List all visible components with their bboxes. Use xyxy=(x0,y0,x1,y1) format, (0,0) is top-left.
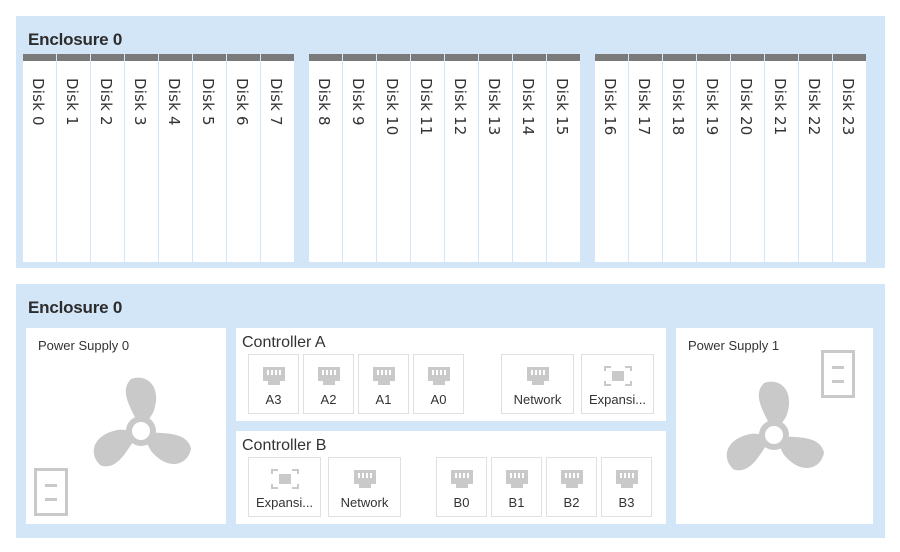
controller-title: Controller A xyxy=(242,334,326,351)
disk-slot[interactable]: Disk 20 xyxy=(731,54,764,262)
port-label: B0 xyxy=(453,495,470,510)
ethernet-port-icon xyxy=(615,470,638,488)
disk-slot[interactable]: Disk 3 xyxy=(125,54,158,262)
ethernet-port[interactable]: B1 xyxy=(491,457,542,517)
port-label: A3 xyxy=(265,392,282,407)
ethernet-port[interactable]: A2 xyxy=(303,354,354,414)
disk-label: Disk 14 xyxy=(519,78,537,136)
disk-label: Disk 8 xyxy=(315,78,333,126)
disk-slot[interactable]: Disk 5 xyxy=(193,54,226,262)
disk-slot[interactable]: Disk 10 xyxy=(377,54,410,262)
disk-label: Disk 12 xyxy=(451,78,469,136)
disk-group: Disk 0 Disk 1 Disk 2 Disk 3 Disk 4 Disk 5 Disk… xyxy=(23,54,294,262)
power-supply-icon xyxy=(34,468,68,516)
port-label: Network xyxy=(513,392,562,407)
port-label: Expansi... xyxy=(255,495,314,510)
controller-b[interactable]: Controller B Expansi... Network B0 B1 B2 B3 xyxy=(236,431,666,524)
front-enclosure-panel: Enclosure 0 Disk 0 Disk 1 Disk 2 Disk 3 Disk… xyxy=(16,16,885,268)
disk-label: Disk 17 xyxy=(635,78,653,136)
ethernet-port[interactable]: A0 xyxy=(413,354,464,414)
ethernet-port-icon xyxy=(427,367,450,385)
disk-label: Disk 5 xyxy=(199,78,217,126)
power-supply-icon xyxy=(821,350,855,398)
disk-label: Disk 18 xyxy=(669,78,687,136)
disk-label: Disk 3 xyxy=(131,78,149,126)
disk-slot[interactable]: Disk 13 xyxy=(479,54,512,262)
disk-slot[interactable]: Disk 9 xyxy=(343,54,376,262)
fan-icon xyxy=(726,381,825,471)
disk-label: Disk 20 xyxy=(737,78,755,136)
disk-group: Disk 8 Disk 9 Disk 10 Disk 11 Disk 12 Disk 13… xyxy=(309,54,580,262)
disk-slot[interactable]: Disk 23 xyxy=(833,54,866,262)
network-port[interactable]: Network xyxy=(501,354,574,414)
ethernet-port-icon xyxy=(317,367,340,385)
enclosure-title: Enclosure 0 xyxy=(28,30,123,49)
ethernet-port[interactable]: A1 xyxy=(358,354,409,414)
controller-a[interactable]: Controller A A3 A2 A1 A0 Network Expansi... xyxy=(236,328,666,421)
ethernet-port[interactable]: B2 xyxy=(546,457,597,517)
disk-slot[interactable]: Disk 7 xyxy=(261,54,294,262)
disk-slot[interactable]: Disk 0 xyxy=(23,54,56,262)
disk-slot[interactable]: Disk 12 xyxy=(445,54,478,262)
disk-slot[interactable]: Disk 22 xyxy=(799,54,832,262)
power-supply-1[interactable]: Power Supply 1 xyxy=(676,328,873,524)
disk-slot[interactable]: Disk 1 xyxy=(57,54,90,262)
disk-slot[interactable]: Disk 18 xyxy=(663,54,696,262)
port-label: A1 xyxy=(375,392,392,407)
rear-enclosure-panel: Enclosure 0 Power Supply 0 Controller A … xyxy=(16,284,885,538)
disk-label: Disk 6 xyxy=(233,78,251,126)
disk-label: Disk 10 xyxy=(383,78,401,136)
port-label: B1 xyxy=(508,495,525,510)
ethernet-port[interactable]: B0 xyxy=(436,457,487,517)
disk-label: Disk 9 xyxy=(349,78,367,126)
disk-slot[interactable]: Disk 17 xyxy=(629,54,662,262)
disk-slot[interactable]: Disk 21 xyxy=(765,54,798,262)
disk-slot[interactable]: Disk 6 xyxy=(227,54,260,262)
power-supply-0[interactable]: Power Supply 0 xyxy=(26,328,226,524)
enclosure-title: Enclosure 0 xyxy=(28,298,123,317)
disk-label: Disk 16 xyxy=(601,78,619,136)
disk-slot[interactable]: Disk 2 xyxy=(91,54,124,262)
disk-slot[interactable]: Disk 4 xyxy=(159,54,192,262)
ethernet-port-icon xyxy=(262,367,285,385)
ethernet-port-icon xyxy=(560,470,583,488)
disk-label: Disk 22 xyxy=(805,78,823,136)
disk-label: Disk 4 xyxy=(165,78,183,126)
port-label: Expansi... xyxy=(588,392,647,407)
port-label: B3 xyxy=(618,495,635,510)
controller-title: Controller B xyxy=(242,437,327,454)
port-label: B2 xyxy=(563,495,580,510)
disk-label: Disk 19 xyxy=(703,78,721,136)
disk-label: Disk 13 xyxy=(485,78,503,136)
disk-slot[interactable]: Disk 14 xyxy=(513,54,546,262)
network-port[interactable]: Network xyxy=(328,457,401,517)
disk-label: Disk 23 xyxy=(839,78,857,136)
disk-slot[interactable]: Disk 16 xyxy=(595,54,628,262)
port-label: A2 xyxy=(320,392,337,407)
disk-label: Disk 21 xyxy=(771,78,789,136)
disk-label: Disk 15 xyxy=(553,78,571,136)
disk-group: Disk 16 Disk 17 Disk 18 Disk 19 Disk 20 Disk … xyxy=(595,54,866,262)
ethernet-port[interactable]: A3 xyxy=(248,354,299,414)
disk-slot[interactable]: Disk 11 xyxy=(411,54,444,262)
disk-slot[interactable]: Disk 15 xyxy=(547,54,580,262)
disk-label: Disk 7 xyxy=(267,78,285,126)
disk-label: Disk 1 xyxy=(63,78,81,126)
disk-label: Disk 11 xyxy=(417,78,435,136)
port-label: Network xyxy=(340,495,389,510)
expansion-port[interactable]: Expansi... xyxy=(581,354,654,414)
power-supply-label: Power Supply 1 xyxy=(688,338,780,353)
disk-label: Disk 2 xyxy=(97,78,115,126)
fan-icon xyxy=(93,377,192,467)
port-label: A0 xyxy=(430,392,447,407)
ethernet-port-icon xyxy=(372,367,395,385)
power-supply-label: Power Supply 0 xyxy=(38,338,130,353)
ethernet-port[interactable]: B3 xyxy=(601,457,652,517)
disk-slot[interactable]: Disk 8 xyxy=(309,54,342,262)
ethernet-port-icon xyxy=(450,470,473,488)
ethernet-port-icon xyxy=(505,470,528,488)
disk-slot[interactable]: Disk 19 xyxy=(697,54,730,262)
disk-label: Disk 0 xyxy=(29,78,47,126)
expansion-port[interactable]: Expansi... xyxy=(248,457,321,517)
